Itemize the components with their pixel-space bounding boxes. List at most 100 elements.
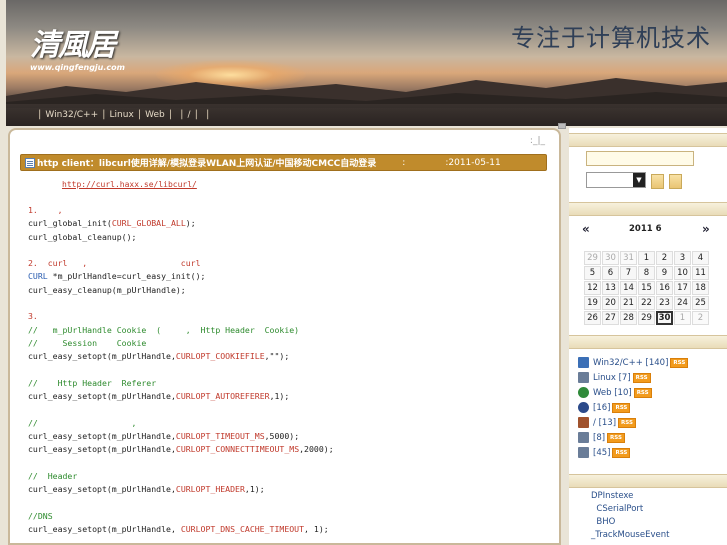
search-button[interactable]	[651, 174, 664, 189]
category-item[interactable]: Win32/C++ [140] RSS	[578, 355, 689, 370]
search-input[interactable]	[586, 151, 694, 166]
rss-icon[interactable]: RSS	[618, 417, 636, 428]
code-token: // ,	[28, 417, 137, 428]
site-logo[interactable]: 清風居	[30, 20, 116, 64]
code-token: ,2000);	[299, 444, 334, 455]
calendar-day[interactable]: 18	[692, 281, 709, 295]
category-label[interactable]: [16]	[593, 403, 610, 413]
calendar-day[interactable]: 29	[638, 311, 655, 325]
calendar-day[interactable]: 6	[602, 266, 619, 280]
code-line: curl_easy_setopt(m_pUrlHandle,CURLOPT_CO…	[28, 443, 553, 456]
code-line: // m_pUrlHandle Cookie ( , Http Header C…	[28, 324, 553, 337]
calendar-day[interactable]: 11	[692, 266, 709, 280]
category-label[interactable]: Win32/C++ [140]	[593, 358, 668, 368]
panel-resize-handle[interactable]	[558, 123, 566, 129]
calendar-day[interactable]: 15	[638, 281, 655, 295]
nav-separator: |	[194, 109, 198, 120]
calendar-day[interactable]: 5	[584, 266, 601, 280]
calendar-grid: 29 30 31 1 2 3 4 5 6 7 8 9 10 11 12 13 14 15 16 17 18 19 20 21 2…	[584, 251, 710, 326]
calendar-day[interactable]: 14	[620, 281, 637, 295]
calendar-day[interactable]: 3	[674, 251, 691, 265]
calendar-day[interactable]: 27	[602, 311, 619, 325]
rss-icon[interactable]: RSS	[633, 387, 652, 398]
rss-icon[interactable]: RSS	[612, 447, 631, 458]
category-label[interactable]: / [13]	[593, 418, 616, 428]
calendar-day-today[interactable]: 30	[656, 311, 673, 325]
category-item[interactable]: [45] RSS	[578, 445, 688, 460]
rss-icon[interactable]: RSS	[670, 357, 689, 368]
category-label[interactable]: Web [10]	[593, 388, 632, 398]
code-line: // ,	[28, 417, 553, 430]
rss-icon[interactable]: RSS	[632, 372, 651, 383]
calendar-day[interactable]: 12	[584, 281, 601, 295]
categories-section-header	[569, 335, 727, 349]
calendar-day[interactable]: 31	[620, 251, 637, 265]
nav-separator: |	[102, 109, 106, 120]
recent-posts-list: DPInstexe CSerialPort BHO _TrackMouseEven…	[591, 490, 669, 542]
calendar-day[interactable]: 21	[620, 296, 637, 310]
category-label[interactable]: Linux [7]	[593, 373, 631, 383]
category-item[interactable]: Web [10] RSS	[578, 385, 688, 400]
calendar-day[interactable]: 17	[674, 281, 691, 295]
recent-post-link[interactable]: BHO	[591, 516, 669, 529]
calendar-day[interactable]: 9	[656, 266, 673, 280]
calendar-day[interactable]: 26	[584, 311, 601, 325]
rss-icon[interactable]: RSS	[607, 432, 625, 443]
code-line: 1. ,	[28, 204, 553, 217]
nav-item[interactable]: Win32/C++	[45, 110, 98, 120]
globe-icon	[578, 387, 589, 398]
post-title-bar[interactable]: http client：libcurl使用详解/模拟登录WLAN上网认证/中国移…	[20, 154, 547, 171]
category-label[interactable]: [8]	[593, 433, 605, 443]
code-token: );	[185, 218, 196, 229]
calendar-day[interactable]: 25	[692, 296, 709, 310]
post-title[interactable]: http client：libcurl使用详解/模拟登录WLAN上网认证/中国移…	[37, 156, 376, 169]
calendar-day[interactable]: 20	[602, 296, 619, 310]
calendar-day[interactable]: 2	[692, 311, 709, 325]
calendar-day[interactable]: 13	[602, 281, 619, 295]
calendar-day[interactable]: 28	[620, 311, 637, 325]
search-scope-select[interactable]: ▼	[586, 172, 646, 188]
code-token: CURLOPT_COOKIEFILE	[175, 351, 265, 362]
calendar-day[interactable]: 10	[674, 266, 691, 280]
chevron-down-icon[interactable]: ▼	[633, 173, 645, 187]
nav-item[interactable]: Web	[145, 110, 165, 120]
advanced-search-button[interactable]	[669, 174, 682, 189]
penguin-icon	[578, 402, 589, 413]
calendar-day[interactable]: 4	[692, 251, 709, 265]
code-line: curl_global_init(CURL_GLOBAL_ALL);	[28, 217, 553, 230]
calendar-day[interactable]: 22	[638, 296, 655, 310]
calendar-day[interactable]: 19	[584, 296, 601, 310]
rss-icon[interactable]: RSS	[612, 402, 631, 413]
calendar-prev-button[interactable]: «	[582, 222, 590, 236]
category-label[interactable]: [45]	[593, 448, 610, 458]
calendar-day[interactable]: 23	[656, 296, 673, 310]
top-links[interactable]: :_|_	[530, 136, 545, 146]
recent-post-link[interactable]: _TrackMouseEvent	[591, 529, 669, 542]
calendar-day[interactable]: 29	[584, 251, 601, 265]
recent-post-link[interactable]: DPInstexe	[591, 490, 669, 503]
calendar-day[interactable]: 24	[674, 296, 691, 310]
calendar-day[interactable]: 16	[656, 281, 673, 295]
libcurl-link[interactable]: http://curl.haxx.se/libcurl/	[62, 180, 197, 189]
code-token: // m_pUrlHandle Cookie ( , Http Header C…	[28, 324, 300, 335]
category-item[interactable]: [8] RSS	[578, 430, 688, 445]
nav-item[interactable]: Linux	[110, 110, 134, 120]
sidebar: ▼ « » 2011 6 29 30 31 1 2 3 4 5 6 7 8 9 10 11 12 13 14 15…	[569, 128, 727, 545]
calendar-day[interactable]: 2	[656, 251, 673, 265]
calendar-day[interactable]: 1	[674, 311, 691, 325]
recent-post-link[interactable]: CSerialPort	[591, 503, 669, 516]
calendar-day[interactable]: 8	[638, 266, 655, 280]
category-item[interactable]: Linux [7] RSS	[578, 370, 688, 385]
calendar-day[interactable]: 1	[638, 251, 655, 265]
category-item[interactable]: / [13] RSS	[578, 415, 688, 430]
calendar-day[interactable]: 30	[602, 251, 619, 265]
code-token: CURLOPT_DNS_CACHE_TIMEOUT	[180, 524, 305, 535]
calendar-day[interactable]: 7	[620, 266, 637, 280]
calendar-next-button[interactable]: »	[702, 222, 710, 236]
code-token: CURLOPT_TIMEOUT_MS	[175, 431, 265, 442]
code-line: 3.	[28, 310, 553, 323]
category-item[interactable]: [16] RSS	[578, 400, 688, 415]
nav-item[interactable]: /	[188, 110, 191, 120]
